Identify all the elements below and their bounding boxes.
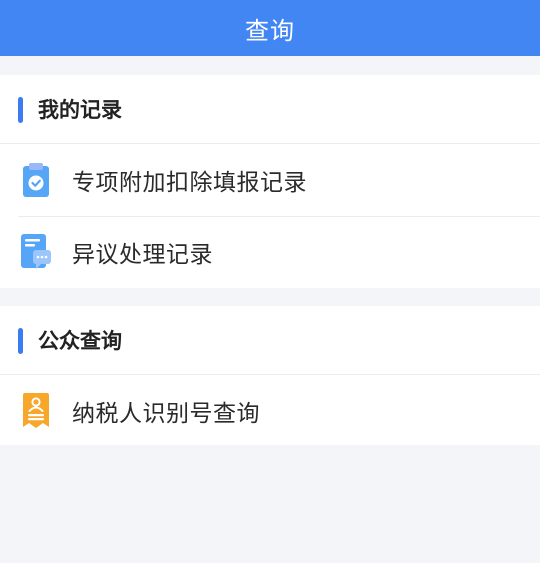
public-query-section: 公众查询 纳税人识别号查询	[0, 306, 540, 445]
section-accent-bar	[18, 328, 23, 354]
list-item-label: 异议处理记录	[72, 242, 213, 268]
section-title-public-query: 公众查询	[38, 329, 122, 353]
list-item-special-deduction-records[interactable]: 专项附加扣除填报记录	[0, 144, 540, 216]
my-records-section: 我的记录 专项附加扣除填报记录 异议处理记录	[0, 75, 540, 288]
taxpayer-id-badge-icon	[18, 391, 54, 431]
clipboard-check-icon	[18, 160, 54, 200]
section-header-public-query: 公众查询	[0, 306, 540, 375]
section-header-my-records: 我的记录	[0, 75, 540, 144]
list-item-taxpayer-id-query[interactable]: 纳税人识别号查询	[0, 375, 540, 447]
page-title: 查询	[245, 16, 295, 45]
section-title-my-records: 我的记录	[38, 98, 122, 122]
top-bar: 查询	[0, 0, 540, 56]
list-item-label: 专项附加扣除填报记录	[72, 170, 307, 196]
list-item-objection-records[interactable]: 异议处理记录	[0, 216, 540, 288]
section-accent-bar	[18, 97, 23, 123]
list-item-label: 纳税人识别号查询	[72, 401, 260, 427]
document-chat-icon	[18, 232, 54, 272]
